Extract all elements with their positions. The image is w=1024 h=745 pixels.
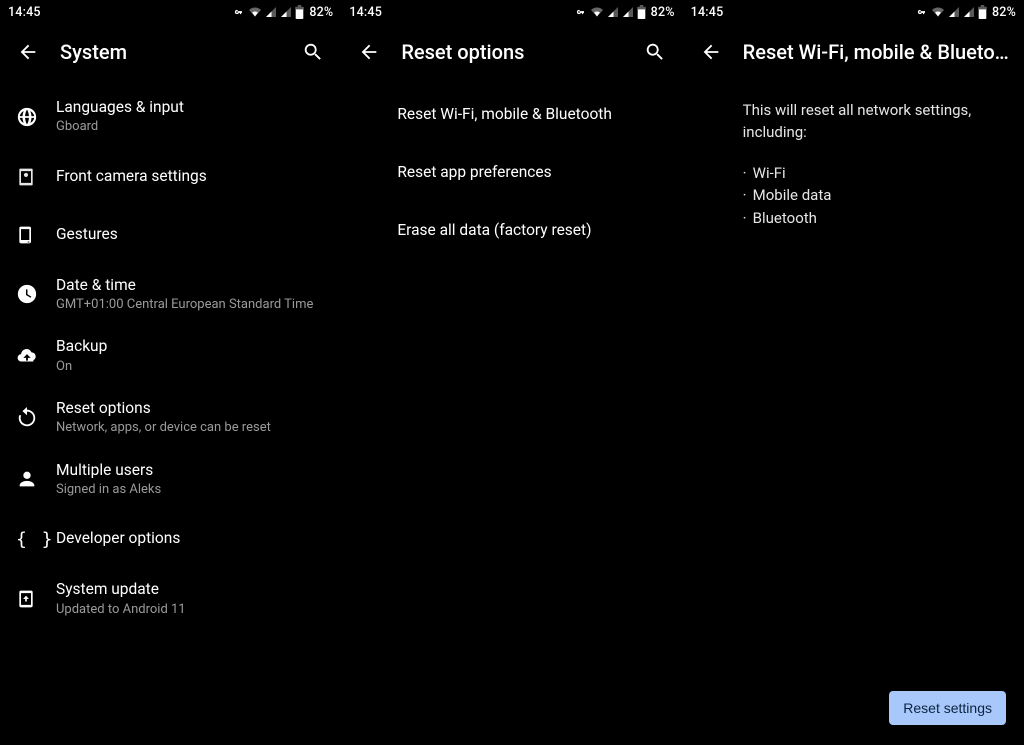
list-item-label: Front camera settings [56, 167, 325, 186]
arrow-back-icon [700, 41, 722, 63]
arrow-back-icon [358, 41, 380, 63]
list-item-label: Reset Wi-Fi, mobile & Bluetooth [397, 105, 666, 124]
page-title: Reset options [389, 40, 634, 64]
app-bar: System [0, 24, 341, 80]
list-item-reset-app-prefs[interactable]: Reset app preferences [341, 144, 682, 202]
gestures-icon [16, 224, 56, 246]
list-item-backup[interactable]: Backup On [0, 325, 341, 387]
battery-percentage: 82% [309, 5, 333, 20]
signal-1-icon [948, 6, 960, 18]
list-item-gestures[interactable]: Gestures [0, 206, 341, 264]
status-right: 82% [912, 5, 1016, 20]
list-item-sub: GMT+01:00 Central European Standard Time [56, 297, 325, 313]
bottom-action-area: Reset settings [889, 691, 1006, 725]
bullet-item: ·Bluetooth [743, 207, 1000, 230]
status-time: 14:45 [349, 5, 382, 20]
list-item-label: Erase all data (factory reset) [397, 221, 666, 240]
screen-reset-options: 14:45 82% Reset options Reset Wi-Fi, mob… [341, 0, 682, 745]
page-title: Reset Wi-Fi, mobile & Blueto… [731, 40, 1016, 64]
list-item-erase-all-data[interactable]: Erase all data (factory reset) [341, 202, 682, 260]
bullet-text: Mobile data [753, 186, 832, 204]
battery-icon [637, 5, 646, 19]
signal-1-icon [265, 6, 277, 18]
wifi-icon [931, 6, 945, 18]
bullet-item: ·Wi-Fi [743, 162, 1000, 185]
search-icon [302, 41, 324, 63]
cloud-upload-icon [16, 345, 56, 367]
back-button[interactable] [691, 32, 731, 72]
list-item-label: Reset options [56, 399, 325, 418]
app-bar: Reset options [341, 24, 682, 80]
list-item-sub: On [56, 359, 325, 375]
list-item-system-update[interactable]: System update Updated to Android 11 [0, 568, 341, 630]
list-item-label: Reset app preferences [397, 163, 666, 182]
list-item-reset-wifi-mobile-bt[interactable]: Reset Wi-Fi, mobile & Bluetooth [341, 86, 682, 144]
settings-list: Languages & input Gboard Front camera se… [0, 80, 341, 630]
list-item-sub: Signed in as Aleks [56, 482, 325, 498]
list-item-label: Developer options [56, 529, 325, 548]
braces-icon: { } [16, 529, 56, 550]
list-item-date-time[interactable]: Date & time GMT+01:00 Central European S… [0, 264, 341, 326]
signal-2-icon [963, 6, 975, 18]
list-item-label: Backup [56, 337, 325, 356]
search-button[interactable] [293, 32, 333, 72]
list-item-label: Languages & input [56, 98, 325, 117]
vpn-key-icon [912, 7, 928, 17]
search-button[interactable] [635, 32, 675, 72]
reset-options-list: Reset Wi-Fi, mobile & Bluetooth Reset ap… [341, 80, 682, 260]
vpn-key-icon [229, 7, 245, 17]
battery-percentage: 82% [651, 5, 675, 20]
list-item-label: Date & time [56, 276, 325, 295]
battery-icon [295, 5, 304, 19]
page-title: System [48, 40, 293, 64]
app-bar: Reset Wi-Fi, mobile & Blueto… [683, 24, 1024, 80]
bullet-list: ·Wi-Fi ·Mobile data ·Bluetooth [683, 152, 1024, 238]
system-update-icon [16, 588, 56, 610]
wifi-icon [248, 6, 262, 18]
search-icon [644, 41, 666, 63]
status-time: 14:45 [691, 5, 724, 20]
clock-icon [16, 283, 56, 305]
status-time: 14:45 [8, 5, 41, 20]
signal-2-icon [622, 6, 634, 18]
status-right: 82% [571, 5, 675, 20]
person-icon [16, 468, 56, 490]
back-button[interactable] [8, 32, 48, 72]
list-item-sub: Updated to Android 11 [56, 602, 325, 618]
battery-percentage: 82% [992, 5, 1016, 20]
list-item-front-camera[interactable]: Front camera settings [0, 148, 341, 206]
vpn-key-icon [571, 7, 587, 17]
list-item-label: System update [56, 580, 325, 599]
front-camera-icon [16, 166, 56, 188]
status-bar: 14:45 82% [683, 0, 1024, 24]
list-item-label: Gestures [56, 225, 325, 244]
intro-text: This will reset all network settings, in… [683, 80, 1024, 152]
screen-reset-network: 14:45 82% Reset Wi-Fi, mobile & Blueto… … [683, 0, 1024, 745]
bullet-text: Bluetooth [753, 209, 817, 227]
status-bar: 14:45 82% [0, 0, 341, 24]
screen-system: 14:45 82% System [0, 0, 341, 745]
list-item-sub: Network, apps, or device can be reset [56, 420, 325, 436]
arrow-back-icon [17, 41, 39, 63]
status-right: 82% [229, 5, 333, 20]
battery-icon [978, 5, 987, 19]
list-item-label: Multiple users [56, 461, 325, 480]
list-item-developer-options[interactable]: { } Developer options [0, 510, 341, 568]
globe-icon [16, 106, 56, 128]
reset-settings-button[interactable]: Reset settings [889, 691, 1006, 725]
signal-1-icon [607, 6, 619, 18]
list-item-reset-options[interactable]: Reset options Network, apps, or device c… [0, 387, 341, 449]
list-item-languages-input[interactable]: Languages & input Gboard [0, 86, 341, 148]
status-bar: 14:45 82% [341, 0, 682, 24]
list-item-sub: Gboard [56, 119, 325, 135]
bullet-item: ·Mobile data [743, 184, 1000, 207]
reset-icon [16, 407, 56, 429]
list-item-multiple-users[interactable]: Multiple users Signed in as Aleks [0, 449, 341, 511]
signal-2-icon [280, 6, 292, 18]
wifi-icon [590, 6, 604, 18]
bullet-text: Wi-Fi [753, 164, 786, 182]
back-button[interactable] [349, 32, 389, 72]
